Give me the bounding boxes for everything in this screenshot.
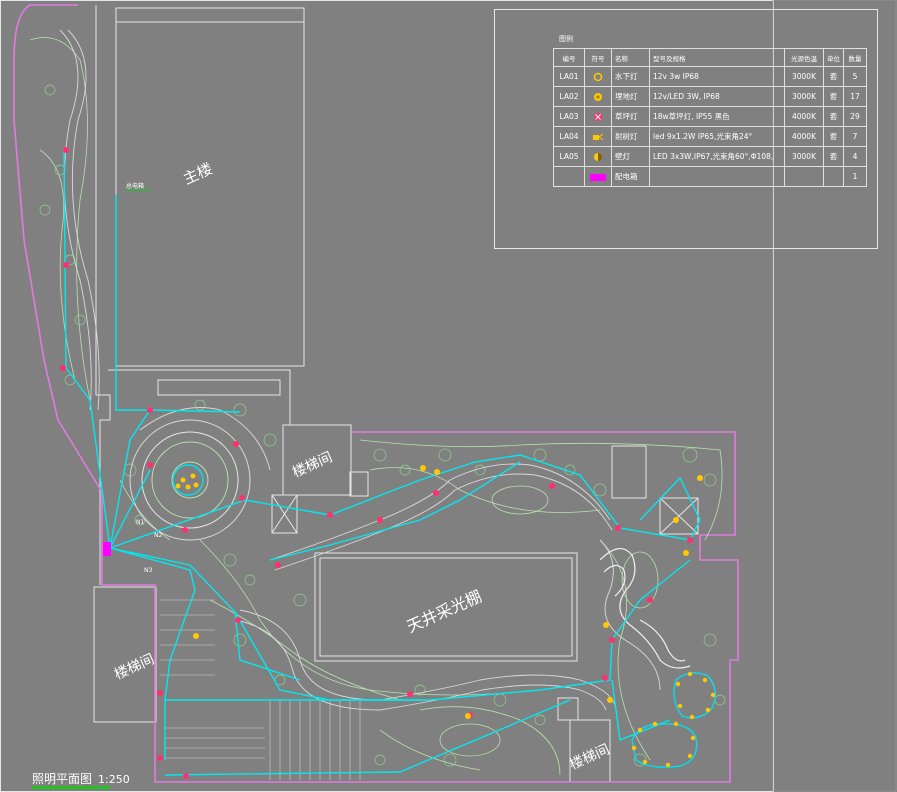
- header-symbol: 符号: [584, 48, 612, 67]
- legend-unit: [823, 166, 844, 187]
- legend-code: LA05: [553, 146, 585, 167]
- legend-name: 配电箱: [611, 166, 650, 187]
- header-unit: 单位: [823, 48, 844, 67]
- legend-row: LA01 水下灯 12v 3w IP68 3000K 套 5: [553, 66, 867, 87]
- legend-row: 配电箱 1: [553, 166, 867, 187]
- legend-name: 草坪灯: [611, 106, 650, 127]
- legend-code: [553, 166, 585, 187]
- title-underline: [32, 786, 110, 789]
- distribution-box-icon: [103, 542, 111, 556]
- legend-color-temp: 4000K: [784, 126, 824, 147]
- legend-name: 壁灯: [611, 146, 650, 167]
- legend-color-temp: [784, 166, 824, 187]
- legend-unit: 套: [823, 126, 844, 147]
- legend-code: LA04: [553, 126, 585, 147]
- legend-quantity: 4: [843, 146, 867, 167]
- circuit-n3-label: N3: [144, 567, 152, 574]
- drawing-title-block: 照明平面图 1:250: [32, 770, 130, 787]
- legend-panel: 图例 编号 符号 名称 型号及规格 光源色温 单位 数量 LA01 水下灯 12…: [494, 9, 878, 249]
- legend-spec: led 9x1.2W IP65,光束角24°: [649, 126, 785, 147]
- drawing-title: 照明平面图: [32, 772, 93, 786]
- legend-spec: 12v/LED 3W, IP68: [649, 86, 785, 107]
- legend-unit: 套: [823, 146, 844, 167]
- header-spec: 型号及规格: [649, 48, 785, 67]
- legend-symbol-cell: [584, 66, 612, 87]
- panel-label: 总电箱: [126, 182, 144, 190]
- header-color-temp: 光源色温: [784, 48, 824, 67]
- legend-name: 水下灯: [611, 66, 650, 87]
- legend-spec: 18w草坪灯, IP55 黑色: [649, 106, 785, 127]
- legend-symbol-cell: [584, 126, 612, 147]
- legend-quantity: 5: [843, 66, 867, 87]
- legend-color-temp: 3000K: [784, 86, 824, 107]
- main-building-label: 主楼: [180, 159, 215, 188]
- legend-color-temp: 3000K: [784, 66, 824, 87]
- stair-left-label: 楼梯间: [112, 651, 157, 683]
- legend-unit: 套: [823, 86, 844, 107]
- circular-plaza: [129, 419, 251, 541]
- drawing-scale: 1:250: [98, 773, 130, 786]
- legend-quantity: 1: [843, 166, 867, 187]
- tree-light-icon: [594, 112, 602, 121]
- legend-quantity: 17: [843, 86, 867, 107]
- legend-unit: 套: [823, 66, 844, 87]
- circuit-n1-label: N1: [136, 519, 144, 526]
- legend-name: 射树灯: [611, 126, 650, 147]
- stair-top-label: 楼梯间: [290, 449, 335, 481]
- legend-code: LA02: [553, 86, 585, 107]
- legend-symbol-cell: [584, 86, 612, 107]
- spot-light-icon: [593, 133, 604, 140]
- legend-row: LA02 埋地灯 12v/LED 3W, IP68 3000K 套 17: [553, 86, 867, 107]
- header-quantity: 数量: [843, 48, 867, 67]
- distribution-box-icon: [590, 173, 606, 181]
- legend-code: LA01: [553, 66, 585, 87]
- legend-symbol-cell: [584, 106, 612, 127]
- buried-light-icon: [594, 92, 602, 101]
- legend-row: LA03 草坪灯 18w草坪灯, IP55 黑色 4000K 套 29: [553, 106, 867, 127]
- header-code: 编号: [553, 48, 585, 67]
- circuit-n2-label: N2: [154, 532, 162, 539]
- legend-spec: LED 3x3W,IP67,光束角60°,Φ108,: [649, 146, 785, 167]
- legend-code: LA03: [553, 106, 585, 127]
- header-name: 名称: [611, 48, 650, 67]
- wall-light-icon: [594, 152, 602, 161]
- legend-spec: 12v 3w IP68: [649, 66, 785, 87]
- legend-header-row: 编号 符号 名称 型号及规格 光源色温 单位 数量: [553, 48, 867, 67]
- legend-name: 埋地灯: [611, 86, 650, 107]
- legend-symbol-cell: [584, 166, 612, 187]
- legend-quantity: 7: [843, 126, 867, 147]
- legend-spec: [649, 166, 785, 187]
- legend-row: LA05 壁灯 LED 3x3W,IP67,光束角60°,Φ108, 3000K…: [553, 146, 867, 167]
- legend-quantity: 29: [843, 106, 867, 127]
- underwater-light-icon: [593, 72, 603, 81]
- skylight-label: 天井采光棚: [404, 587, 485, 637]
- stair-bottom-label: 楼梯间: [567, 742, 612, 774]
- legend-color-temp: 4000K: [784, 106, 824, 127]
- legend-table: 编号 符号 名称 型号及规格 光源色温 单位 数量 LA01 水下灯 12v 3…: [553, 48, 867, 187]
- legend-row: LA04 射树灯 led 9x1.2W IP65,光束角24° 4000K 套 …: [553, 126, 867, 147]
- legend-symbol-cell: [584, 146, 612, 167]
- legend-title: 图例: [559, 35, 573, 43]
- legend-color-temp: 3000K: [784, 146, 824, 167]
- legend-unit: 套: [823, 106, 844, 127]
